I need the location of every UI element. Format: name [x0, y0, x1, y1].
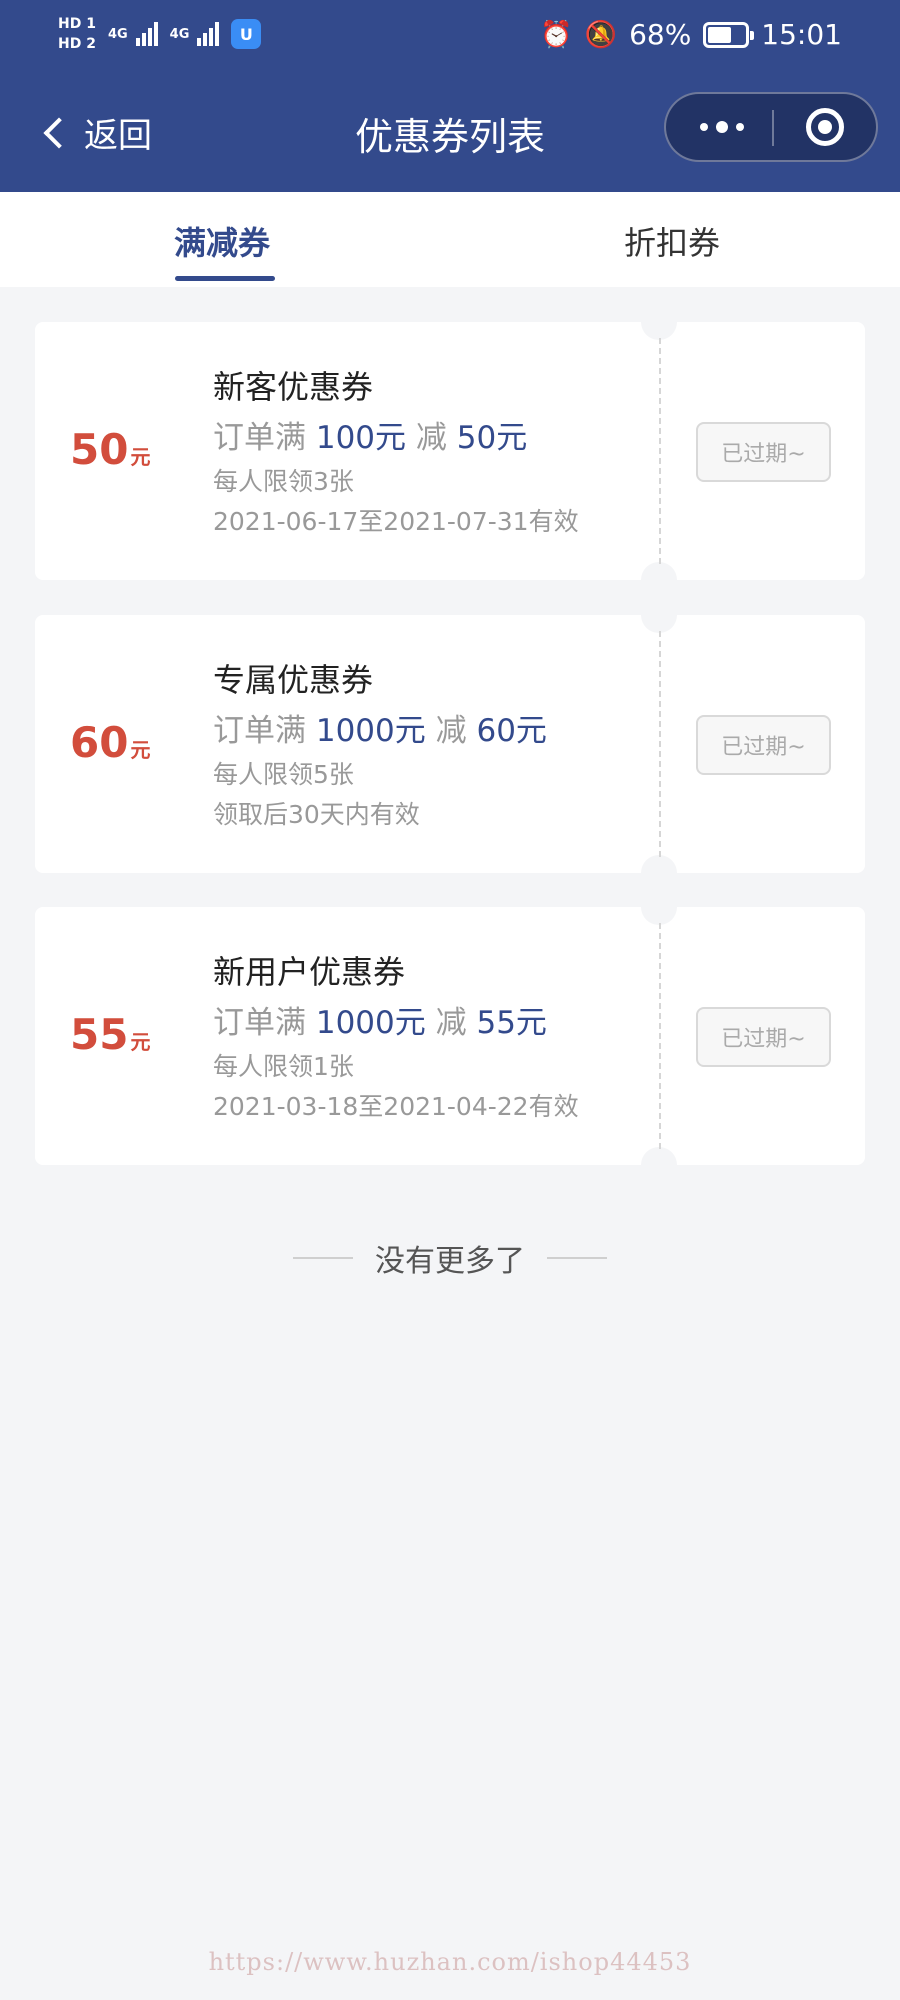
sim1-label: HD 1: [58, 16, 96, 32]
coupon-name: 新客优惠券: [213, 368, 374, 406]
miniprogram-capsule: [664, 92, 878, 162]
signal-bars-icon: [197, 22, 220, 46]
coupon-name: 新用户优惠券: [213, 953, 406, 991]
divider-line: [547, 1257, 607, 1259]
coupon-limit: 每人限领1张: [213, 1052, 354, 1081]
coupon-limit: 每人限领5张: [213, 760, 354, 789]
alarm-icon: ⏰: [540, 19, 573, 50]
no-more-indicator: 没有更多了: [0, 1236, 900, 1280]
network-type-1: 4G: [107, 26, 128, 42]
coupon-rule: 订单满 1000元 减 60元: [213, 713, 547, 749]
watermark: https://www.huzhan.com/ishop44453: [208, 1948, 692, 1976]
battery-fill: [708, 26, 732, 43]
coupon-name: 专属优惠券: [213, 661, 374, 699]
target-icon[interactable]: [806, 108, 844, 146]
battery-icon: [703, 21, 755, 48]
capsule-divider: [772, 110, 774, 146]
coupon-rule: 订单满 100元 减 50元: [213, 420, 528, 456]
more-dots-icon[interactable]: [696, 94, 748, 160]
divider-line: [293, 1257, 353, 1259]
coupon-amount: 55 元: [70, 1010, 151, 1059]
expired-button[interactable]: 已过期~: [696, 422, 831, 482]
active-tab-indicator: [175, 276, 275, 281]
tab-full-reduction[interactable]: 满减券: [174, 218, 270, 264]
signal-group: HD 1 HD 2 4G 4G U: [58, 16, 262, 52]
network-type-2: 4G: [169, 26, 190, 42]
sim2-label: HD 2: [58, 36, 96, 52]
coupon-card: 60 元 专属优惠券 订单满 1000元 减 60元 每人限领5张 领取后30天内…: [35, 597, 865, 891]
status-right: ⏰ 🔕 68% 15:01: [540, 18, 842, 51]
bell-off-icon: 🔕: [584, 19, 618, 50]
coupon-limit: 每人限领3张: [213, 467, 354, 496]
card-divider: [659, 923, 661, 1149]
expired-button[interactable]: 已过期~: [696, 1007, 831, 1067]
app-notification-icon: U: [231, 19, 262, 49]
coupon-card: 55 元 新用户优惠券 订单满 1000元 减 55元 每人限领1张 2021-0…: [35, 889, 865, 1183]
coupon-validity: 领取后30天内有效: [213, 800, 420, 829]
battery-percent: 68%: [629, 18, 692, 51]
coupon-rule: 订单满 1000元 减 55元: [213, 1005, 547, 1041]
coupon-validity: 2021-03-18至2021-04-22有效: [213, 1092, 579, 1121]
no-more-text: 没有更多了: [375, 1244, 525, 1279]
coupon-validity: 2021-06-17至2021-07-31有效: [213, 507, 579, 536]
status-bar: HD 1 HD 2 4G 4G U ⏰ 🔕 68% 15:01: [0, 0, 900, 78]
clock: 15:01: [761, 18, 842, 51]
card-divider: [659, 338, 661, 564]
coupon-amount: 50 元: [70, 425, 151, 474]
signal-bars-icon: [135, 22, 158, 46]
expired-button[interactable]: 已过期~: [696, 715, 831, 775]
card-divider: [659, 631, 661, 857]
coupon-amount: 60 元: [70, 718, 151, 767]
coupon-card: 50 元 新客优惠券 订单满 100元 减 50元 每人限领3张 2021-06-…: [35, 304, 865, 598]
tab-discount[interactable]: 折扣券: [624, 218, 720, 264]
tab-bar: 满减券 折扣券: [0, 192, 900, 287]
